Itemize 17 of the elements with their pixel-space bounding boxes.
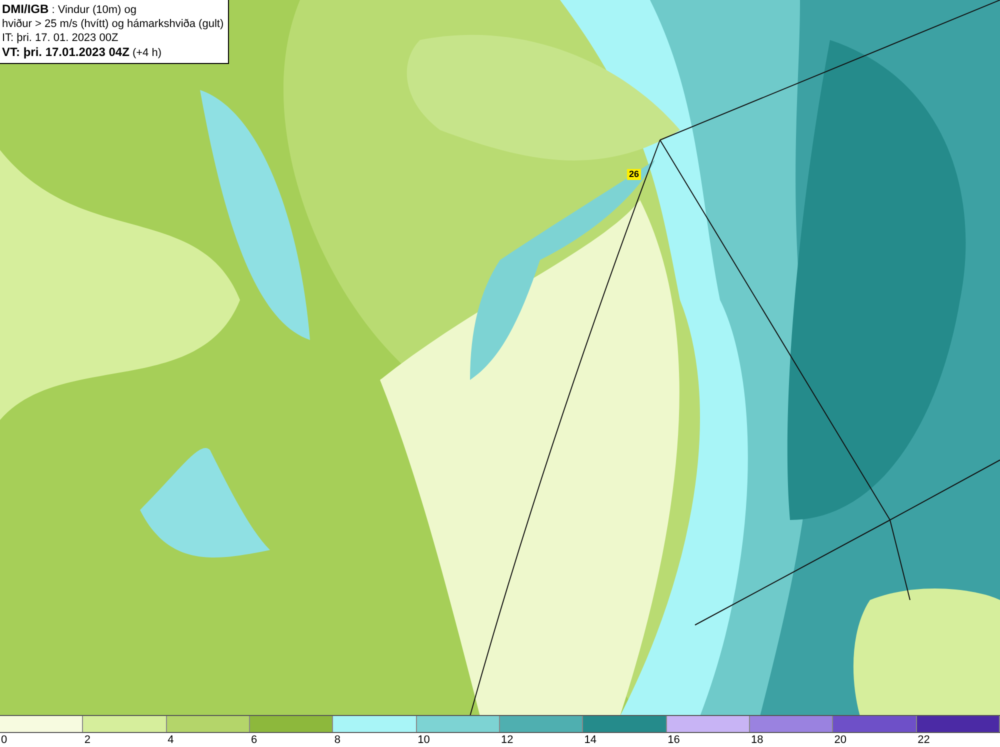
legend-tick-label: 20 xyxy=(834,734,847,746)
legend-tick-label: 6 xyxy=(250,734,258,746)
legend-tick-label: 4 xyxy=(168,734,174,746)
info-text: hviður > 25 m/s (hvítt) og hámarkshviða (gult) xyxy=(2,17,224,31)
info-text: IT: þri. 17. 01. 2023 00Z xyxy=(2,31,120,45)
legend-tick-label: 22 xyxy=(918,734,930,746)
legend-tick-label: 2 xyxy=(84,734,90,746)
legend-tick-label: 14 xyxy=(584,734,597,746)
legend-tick-label: 16 xyxy=(668,734,680,746)
legend-tick-label: 10 xyxy=(418,734,430,746)
legend-tick-label: 8 xyxy=(334,734,340,746)
info-text: DMI/IGB : Vindur (10m) og xyxy=(2,2,138,17)
gust-label: 26 xyxy=(627,169,642,180)
legend-tick-label: 12 xyxy=(500,734,514,746)
legend-tick-label: 18 xyxy=(750,734,764,746)
info-text: VT: þri. 17.01.2023 04Z (+4 h) xyxy=(2,45,163,60)
legend-tick-label: 0 xyxy=(1,734,8,746)
